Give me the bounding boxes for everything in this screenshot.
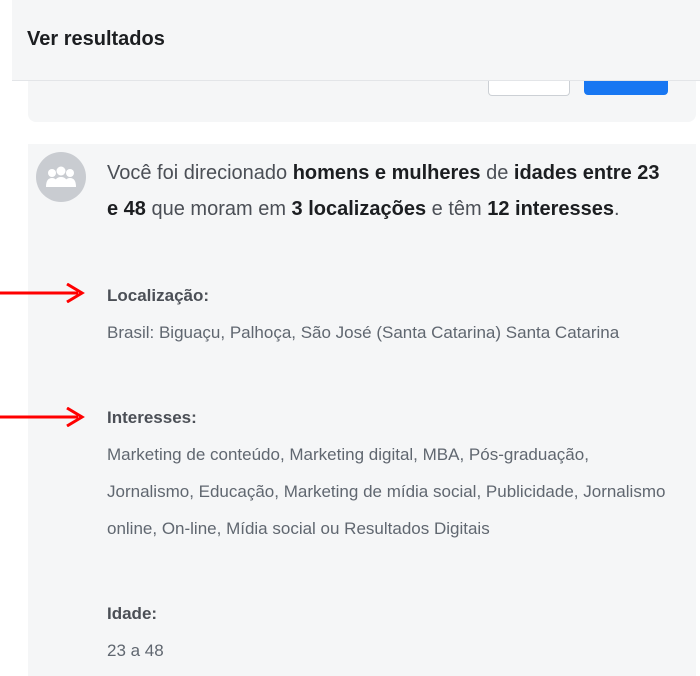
header-title: Ver resultados bbox=[27, 28, 165, 50]
people-group-icon bbox=[36, 152, 86, 202]
interests-value: Marketing de conteúdo, Marketing digital… bbox=[107, 445, 666, 538]
primary-button[interactable] bbox=[584, 81, 668, 95]
previous-card bbox=[28, 81, 696, 122]
interests-label: Interesses: bbox=[107, 408, 197, 427]
location-label: Localização: bbox=[107, 286, 210, 305]
targeting-summary-text: Você foi direcionado homens e mulheres d… bbox=[107, 162, 660, 220]
red-arrow-icon bbox=[0, 283, 85, 303]
red-arrow-icon bbox=[0, 407, 85, 427]
secondary-button[interactable] bbox=[488, 81, 570, 96]
targeting-summary-card: Você foi direcionado homens e mulheres d… bbox=[28, 144, 696, 676]
results-header: Ver resultados bbox=[12, 0, 700, 81]
location-value: Brasil: Biguaçu, Palhoça, São José (Sant… bbox=[107, 323, 620, 342]
age-value: 23 a 48 bbox=[107, 641, 164, 660]
age-label: Idade: bbox=[107, 604, 158, 623]
